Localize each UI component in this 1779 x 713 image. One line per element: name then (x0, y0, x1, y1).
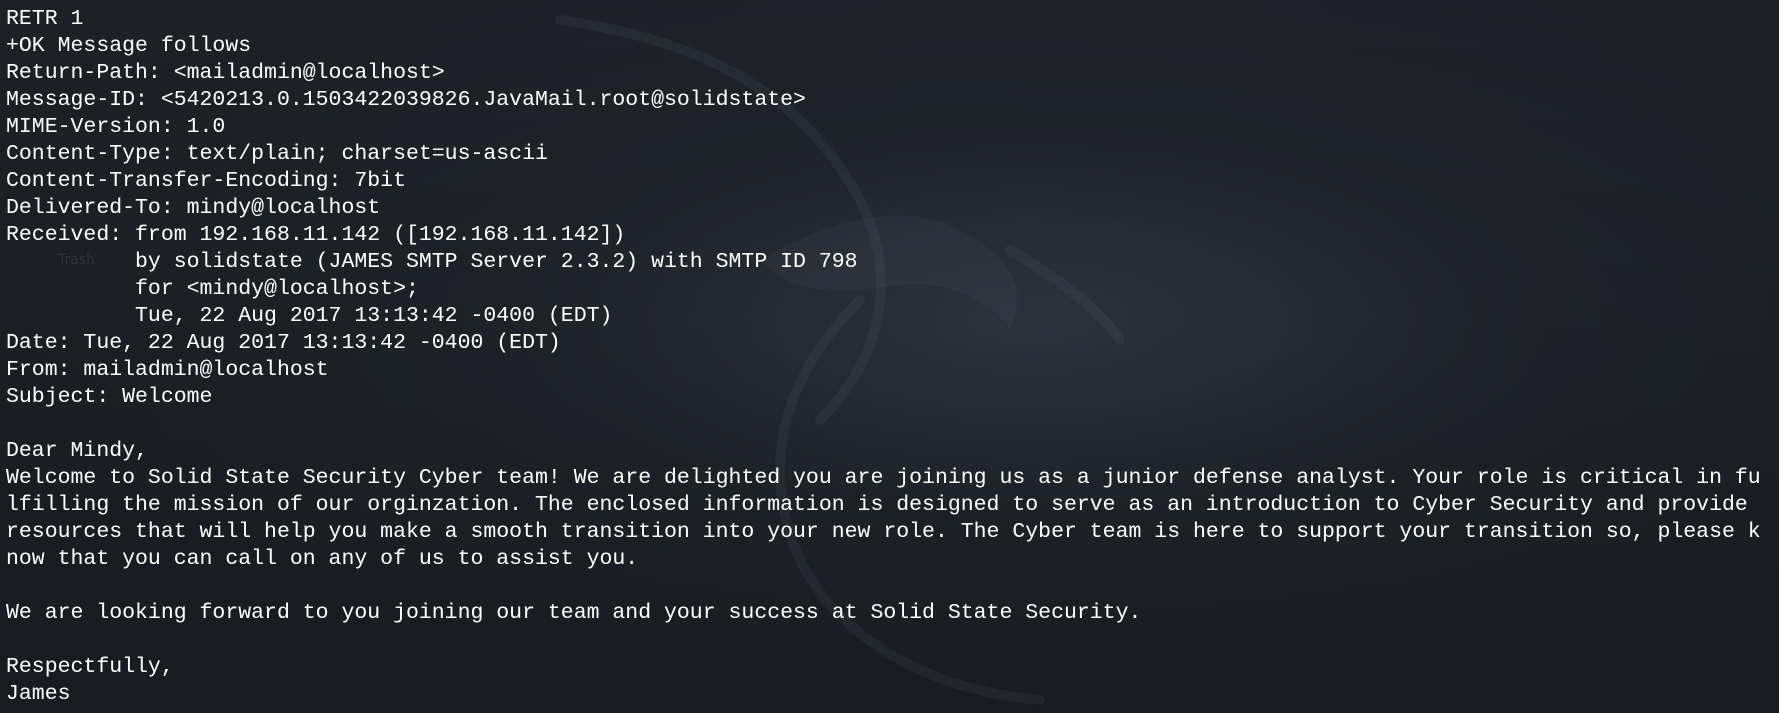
terminal-line: by solidstate (JAMES SMTP Server 2.3.2) … (6, 250, 858, 274)
terminal-line: Tue, 22 Aug 2017 13:13:42 -0400 (EDT) (6, 304, 613, 328)
terminal-line: for <mindy@localhost>; (6, 277, 419, 301)
terminal-line: From: mailadmin@localhost (6, 358, 329, 382)
terminal-line: Respectfully, (6, 655, 174, 679)
terminal-output: RETR 1 +OK Message follows Return-Path: <m… (6, 6, 1761, 708)
terminal-line: We are looking forward to you joining ou… (6, 601, 1142, 625)
terminal-line: Received: from 192.168.11.142 ([192.168.… (6, 223, 626, 247)
terminal-line: +OK Message follows (6, 34, 252, 58)
terminal-line: Message-ID: <5420213.0.1503422039826.Jav… (6, 88, 806, 112)
terminal-line: Date: Tue, 22 Aug 2017 13:13:42 -0400 (E… (6, 331, 561, 355)
terminal-line: Dear Mindy, (6, 439, 148, 463)
terminal-line: resources that will help you make a smoo… (6, 520, 1761, 544)
terminal-line: Return-Path: <mailadmin@localhost> (6, 61, 445, 85)
terminal-line: Delivered-To: mindy@localhost (6, 196, 381, 220)
terminal-line: now that you can call on any of us to as… (6, 547, 639, 571)
terminal-line: lfilling the mission of our orginzation.… (6, 493, 1748, 517)
terminal-line: Content-Transfer-Encoding: 7bit (6, 169, 406, 193)
terminal-line: James (6, 682, 71, 706)
terminal-line: Subject: Welcome (6, 385, 213, 409)
terminal-line: RETR 1 (6, 7, 84, 31)
terminal-line: Content-Type: text/plain; charset=us-asc… (6, 142, 548, 166)
terminal-window[interactable]: Trash RETR 1 +OK Message follows Return-Pa… (0, 0, 1779, 713)
terminal-line: MIME-Version: 1.0 (6, 115, 226, 139)
terminal-line: Welcome to Solid State Security Cyber te… (6, 466, 1761, 490)
